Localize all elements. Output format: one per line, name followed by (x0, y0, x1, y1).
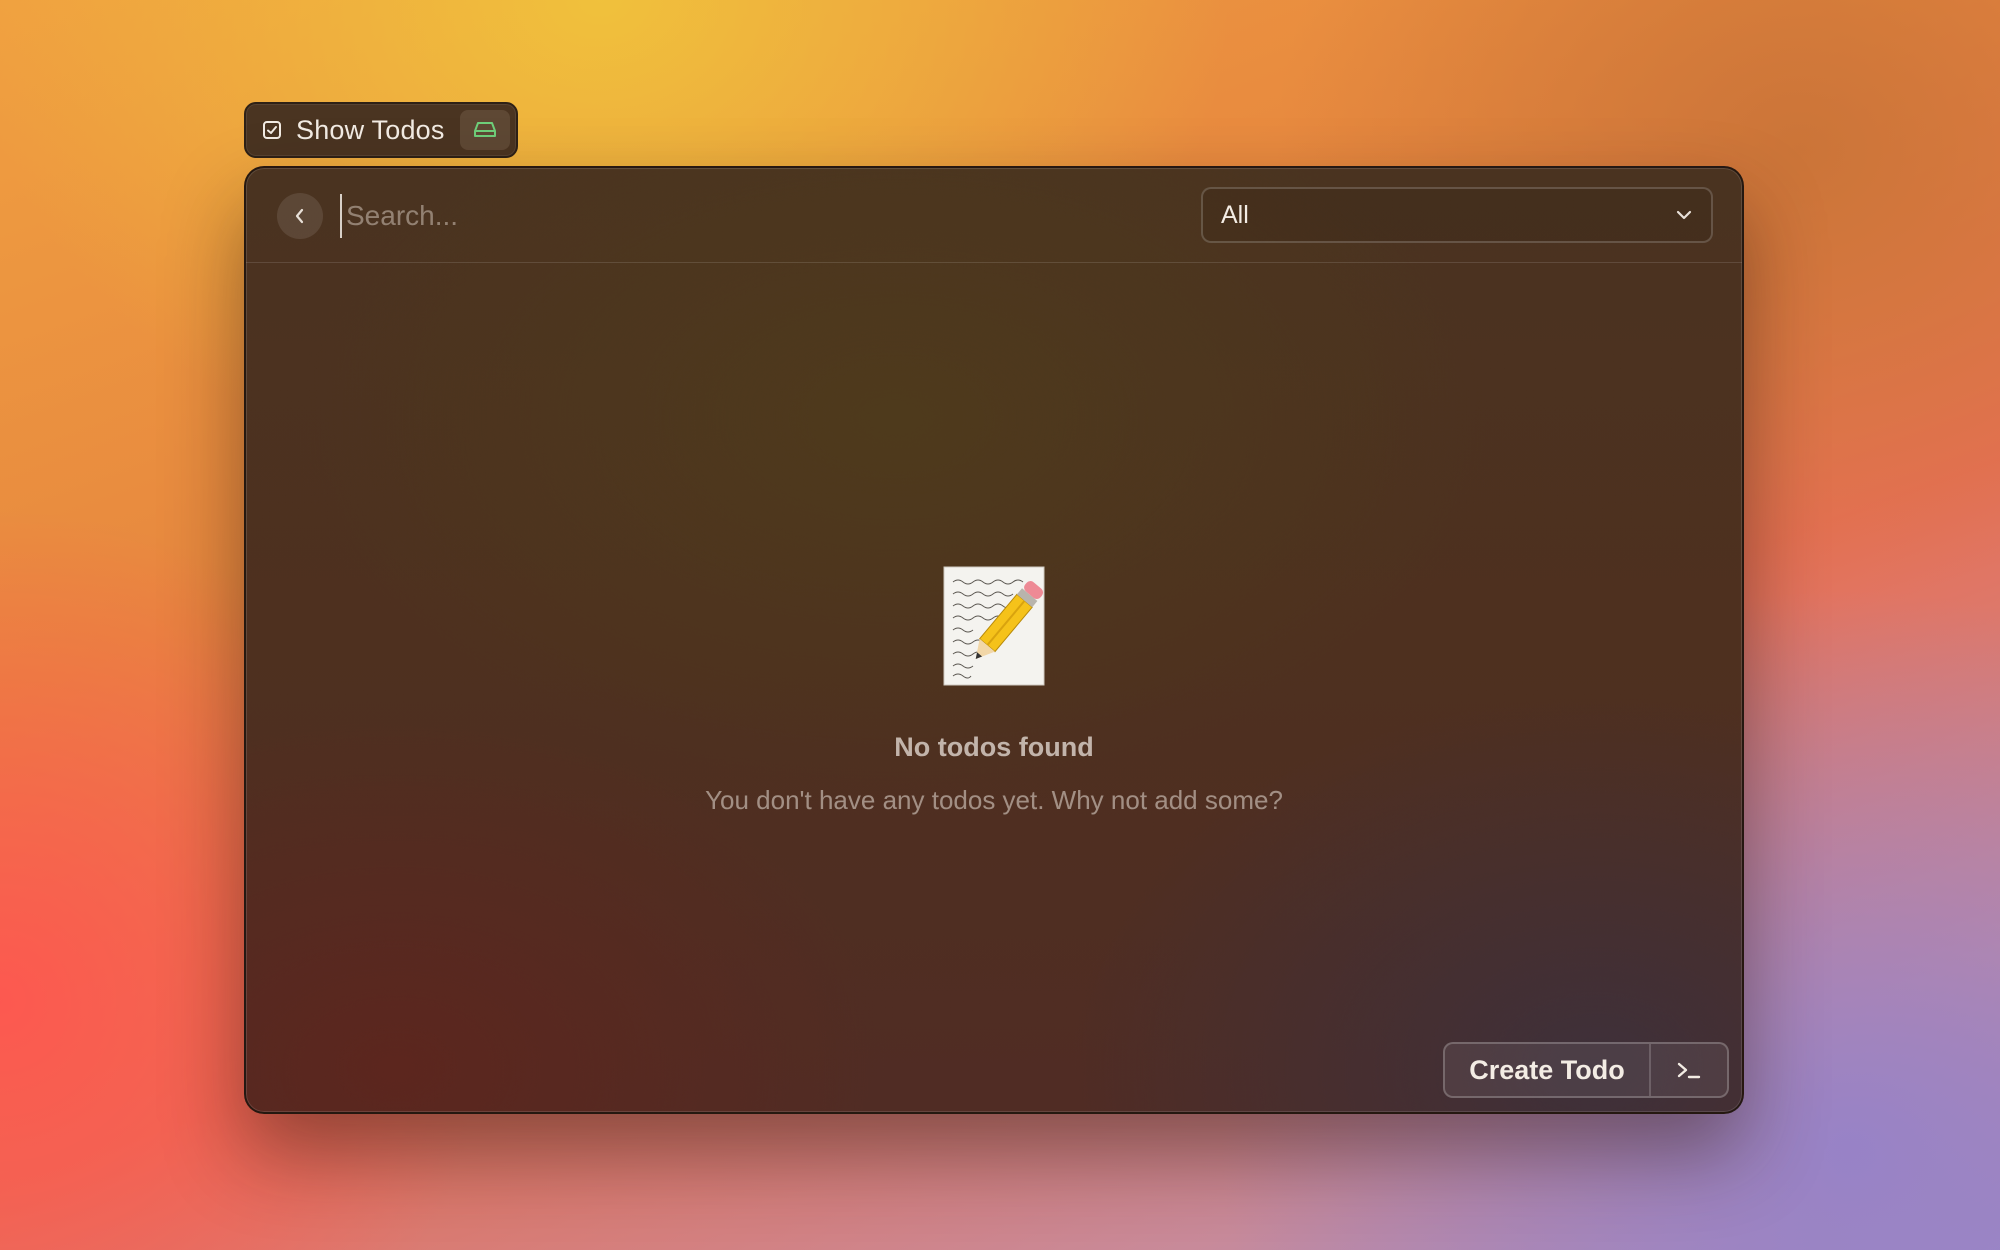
main-window: All (244, 166, 1744, 1114)
empty-title: No todos found (894, 732, 1094, 762)
terminal-icon[interactable] (1651, 1060, 1727, 1080)
chevron-down-icon (1675, 209, 1693, 221)
checkbox-icon (262, 120, 282, 140)
empty-description: You don't have any todos yet. Why not ad… (705, 785, 1283, 815)
command-tab[interactable]: Show Todos (244, 102, 518, 158)
create-todo-label: Create Todo (1469, 1054, 1625, 1085)
empty-state: No todos found You don't have any todos … (246, 566, 1742, 816)
create-todo-button[interactable]: Create Todo (1443, 1042, 1729, 1098)
command-title: Show Todos (296, 114, 445, 145)
search-input[interactable] (340, 194, 1146, 238)
filter-dropdown[interactable]: All (1201, 187, 1713, 243)
hard-drive-icon[interactable] (460, 110, 510, 150)
filter-selected-value: All (1221, 200, 1249, 229)
back-button[interactable] (277, 193, 323, 239)
memo-emoji (943, 566, 1045, 686)
chevron-left-icon (293, 207, 307, 225)
search-bar: All (246, 168, 1742, 263)
